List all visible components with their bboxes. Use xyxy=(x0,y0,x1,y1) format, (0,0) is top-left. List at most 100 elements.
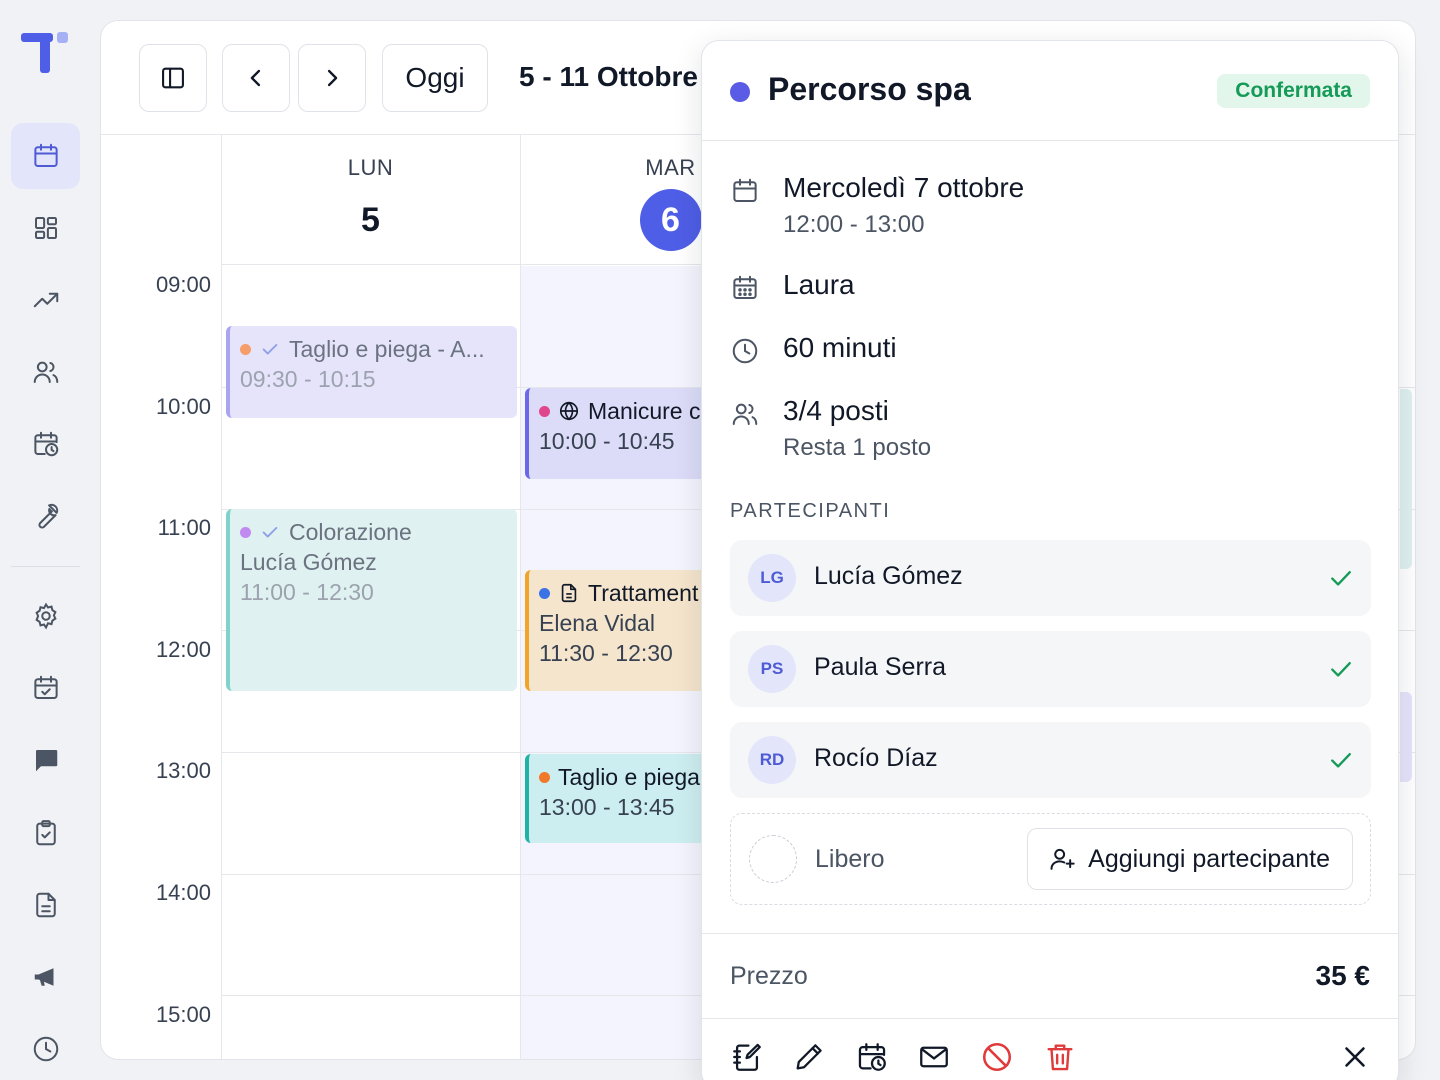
hidden-event-edge[interactable] xyxy=(1400,692,1412,782)
price-value: 35 € xyxy=(1315,960,1371,991)
event-time: 11:00 - 12:30 xyxy=(240,579,374,605)
globe-icon xyxy=(559,401,579,421)
event-time: 09:30 - 10:15 xyxy=(240,366,376,392)
trash-icon xyxy=(1047,1044,1073,1071)
check-icon xyxy=(262,343,278,355)
staff-row: Laura xyxy=(730,269,1370,307)
today-button[interactable]: Oggi xyxy=(382,44,488,112)
status-badge: Confermata xyxy=(1217,74,1370,108)
sidebar xyxy=(0,0,90,1080)
event-color-dot xyxy=(240,343,251,355)
chat-icon[interactable] xyxy=(11,727,80,793)
delete-button[interactable] xyxy=(1043,1040,1077,1074)
free-seat-label: Libero xyxy=(815,845,885,873)
calendar-icon[interactable] xyxy=(11,123,80,189)
staff-name: Laura xyxy=(783,269,855,300)
email-button[interactable] xyxy=(917,1040,951,1074)
trending-up-icon[interactable] xyxy=(11,267,80,333)
day-name: LUN xyxy=(347,155,394,180)
sidebar-panel-icon xyxy=(162,67,184,89)
day-number-today: 6 xyxy=(639,189,702,251)
day-header-mon[interactable]: LUN 5 xyxy=(221,135,520,265)
event-color-dot xyxy=(539,405,550,417)
participant-name: Rocío Díaz xyxy=(814,744,938,772)
document-icon[interactable] xyxy=(11,872,80,938)
user-plus-icon xyxy=(1050,848,1075,870)
toggle-sidebar-button[interactable] xyxy=(139,44,207,112)
event-detail-panel: Percorso spa Confermata Mercoledì 7 otto… xyxy=(701,40,1399,1080)
event-color-dot xyxy=(730,82,750,102)
pencil-icon xyxy=(796,1044,822,1070)
wrench-icon[interactable] xyxy=(11,483,80,549)
dashboard-icon[interactable] xyxy=(11,195,80,261)
gear-icon[interactable] xyxy=(11,583,80,649)
participant-row[interactable]: RD Rocío Díaz xyxy=(730,722,1371,798)
event-card[interactable]: Taglio e piega - A... 09:30 - 10:15 xyxy=(226,326,517,418)
panel-header: Percorso spa Confermata xyxy=(702,41,1398,141)
duration-row: 60 minuti xyxy=(730,332,1370,370)
hour-label: 15:00 xyxy=(155,1002,211,1027)
event-duration: 60 minuti xyxy=(783,332,897,363)
price-row: Prezzo 35 € xyxy=(702,933,1398,1019)
seats-row: 3/4 posti Resta 1 posto xyxy=(730,395,1370,469)
hour-label: 09:00 xyxy=(155,272,211,297)
clock-icon xyxy=(732,338,758,364)
calendar-clock-icon[interactable] xyxy=(11,411,80,477)
price-label: Prezzo xyxy=(730,962,808,990)
participant-name: Lucía Gómez xyxy=(814,562,963,590)
event-color-dot xyxy=(240,526,251,538)
sidebar-divider xyxy=(11,566,80,567)
day-number: 5 xyxy=(361,200,380,239)
document-icon xyxy=(561,583,577,603)
add-participant-label: Aggiungi partecipante xyxy=(1088,844,1330,873)
cancel-appointment-button[interactable] xyxy=(980,1040,1014,1074)
mail-icon xyxy=(920,1046,948,1068)
participant-row[interactable]: PS Paula Serra xyxy=(730,631,1371,707)
chevron-left-icon xyxy=(250,69,261,87)
megaphone-icon[interactable] xyxy=(11,944,80,1010)
reschedule-button[interactable] xyxy=(855,1040,889,1074)
clipboard-check-icon[interactable] xyxy=(11,800,80,866)
calendar-grid-icon xyxy=(733,275,757,299)
participant-row[interactable]: LG Lucía Gómez xyxy=(730,540,1371,616)
next-week-button[interactable] xyxy=(298,44,366,112)
hour-label: 13:00 xyxy=(155,758,211,783)
event-title: Trattament xyxy=(588,580,699,606)
tiny-logo[interactable] xyxy=(21,30,71,76)
clock-icon[interactable] xyxy=(11,1016,80,1080)
calendar-check-icon[interactable] xyxy=(11,655,80,721)
users-icon[interactable] xyxy=(11,339,80,405)
week-range-title: 5 - 11 Ottobre xyxy=(519,61,698,92)
event-title: Taglio e piega - A... xyxy=(289,336,485,362)
edit-button[interactable] xyxy=(792,1040,826,1074)
event-title: Colorazione xyxy=(289,519,412,545)
empty-avatar xyxy=(749,835,797,883)
chevron-right-icon xyxy=(327,69,338,87)
participants-section-label: PARTECIPANTI xyxy=(730,500,891,522)
hidden-event-edge[interactable] xyxy=(1400,389,1412,569)
close-panel-button[interactable] xyxy=(1338,1040,1372,1074)
check-icon xyxy=(1331,753,1351,768)
close-icon xyxy=(1345,1047,1365,1067)
participant-name: Paula Serra xyxy=(814,653,947,681)
add-participant-button[interactable]: Aggiungi partecipante xyxy=(1027,828,1353,890)
event-color-dot xyxy=(539,587,550,599)
avatar: RD xyxy=(748,736,796,784)
column-divider xyxy=(520,135,521,1059)
panel-actions xyxy=(702,1020,1398,1080)
avatar: PS xyxy=(748,645,796,693)
event-card[interactable]: Colorazione Lucía Gómez 11:00 - 12:30 xyxy=(226,509,517,691)
hour-label: 14:00 xyxy=(155,880,211,905)
date-row: Mercoledì 7 ottobre 12:00 - 13:00 xyxy=(730,172,1370,246)
users-icon xyxy=(732,403,758,425)
hour-label: 10:00 xyxy=(155,394,211,419)
previous-week-button[interactable] xyxy=(222,44,290,112)
hour-label: 12:00 xyxy=(155,637,211,662)
event-date: Mercoledì 7 ottobre xyxy=(783,172,1025,203)
check-icon xyxy=(262,526,278,538)
free-seat-row: Libero Aggiungi partecipante xyxy=(730,813,1371,905)
cancel-icon xyxy=(982,1042,1012,1072)
check-icon xyxy=(1331,662,1351,677)
notes-button[interactable] xyxy=(730,1040,764,1074)
event-client: Lucía Gómez xyxy=(240,549,377,575)
